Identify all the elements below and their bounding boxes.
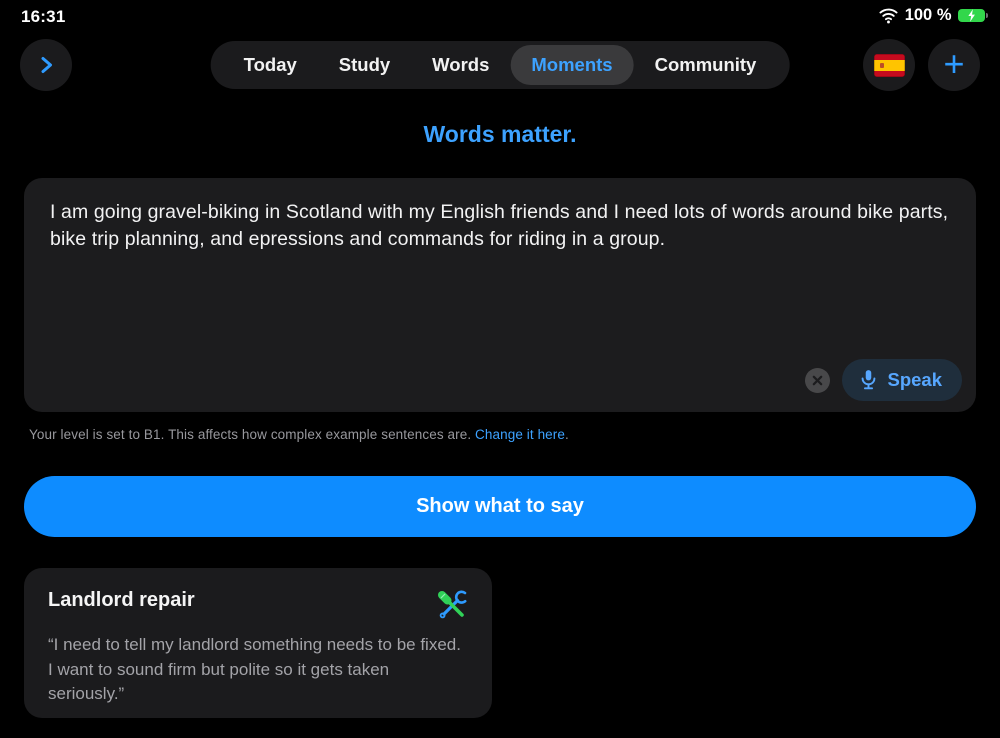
chevron-right-icon (34, 53, 58, 77)
add-button[interactable]: + (928, 39, 980, 91)
show-what-to-say-button[interactable]: Show what to say (24, 476, 976, 537)
tab-study[interactable]: Study (318, 45, 411, 85)
clear-input-button[interactable] (805, 368, 830, 393)
suggestion-card-landlord-repair[interactable]: Landlord repair “I need to tell my landl… (24, 568, 492, 718)
level-note-text: Your level is set to B1. This affects ho… (29, 427, 475, 442)
status-indicators: 100 % (878, 6, 988, 25)
tools-icon (436, 589, 468, 621)
prompt-textarea[interactable]: I am going gravel-biking in Scotland wit… (24, 178, 976, 412)
level-note-suffix: . (565, 427, 569, 442)
level-note: Your level is set to B1. This affects ho… (29, 427, 569, 442)
page-title: Words matter. (0, 121, 1000, 148)
tab-words[interactable]: Words (411, 45, 510, 85)
battery-percent: 100 % (905, 6, 952, 25)
wifi-icon (878, 7, 899, 24)
tab-community[interactable]: Community (634, 45, 778, 85)
clear-x-icon (812, 375, 823, 386)
speak-button[interactable]: Speak (842, 359, 962, 401)
tab-moments[interactable]: Moments (510, 45, 633, 85)
tab-today[interactable]: Today (223, 45, 318, 85)
expand-sidebar-button[interactable] (20, 39, 72, 91)
plus-icon: + (943, 46, 964, 82)
change-level-link[interactable]: Change it here (475, 427, 565, 442)
microphone-icon (859, 368, 878, 392)
main-tab-bar: Today Study Words Moments Community (211, 41, 790, 89)
battery-charging-icon (958, 9, 989, 23)
suggestion-card-header: Landlord repair (48, 589, 468, 621)
language-button[interactable] (863, 39, 915, 91)
suggestion-card-quote: “I need to tell my landlord something ne… (48, 633, 468, 707)
prompt-text[interactable]: I am going gravel-biking in Scotland wit… (24, 178, 976, 253)
spain-flag-icon (874, 54, 905, 77)
suggestion-card-title: Landlord repair (48, 589, 195, 612)
status-time: 16:31 (21, 7, 65, 27)
prompt-actions: Speak (805, 359, 962, 401)
speak-label: Speak (887, 369, 942, 391)
